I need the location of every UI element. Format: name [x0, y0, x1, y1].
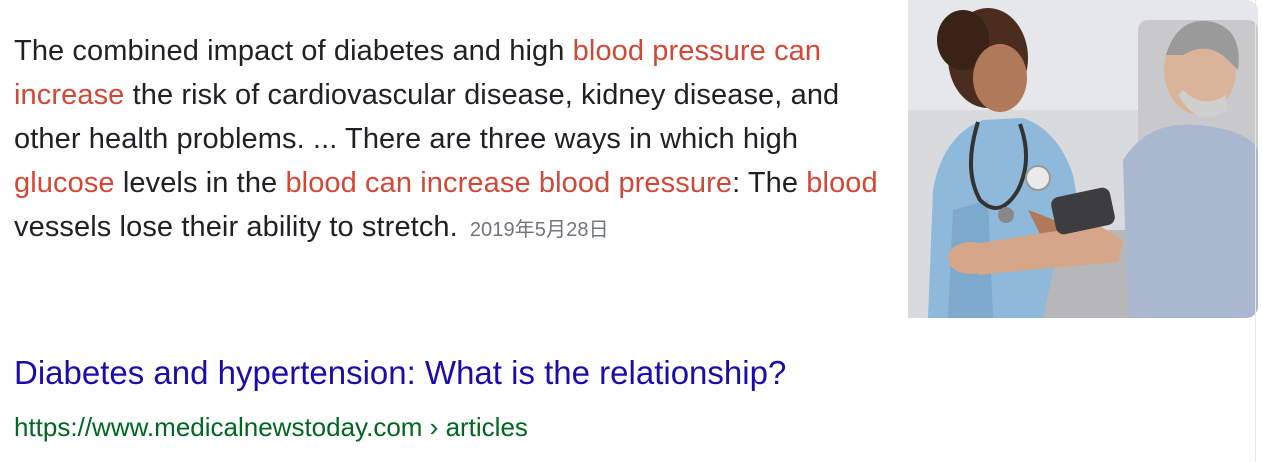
card-border — [1255, 0, 1256, 462]
featured-snippet-text: The combined impact of diabetes and high… — [14, 29, 894, 252]
result-url[interactable]: https://www.medicalnewstoday.com › artic… — [14, 407, 528, 447]
snippet-highlight: glucose — [14, 167, 115, 199]
snippet-text: The combined impact of diabetes and high — [14, 35, 573, 67]
snippet-highlight: blood can increase blood pressure — [285, 167, 733, 199]
snippet-text: : The — [732, 167, 807, 199]
snippet-text: the risk of cardiovascular disease, kidn… — [14, 79, 840, 155]
nurse-measuring-blood-pressure-photo — [908, 0, 1258, 318]
result-title-link[interactable]: Diabetes and hypertension: What is the r… — [14, 351, 786, 395]
snippet-date: 2019年5月28日 — [469, 219, 609, 241]
snippet-thumbnail-image[interactable] — [908, 0, 1258, 318]
snippet-text: vessels lose their ability to stretch. — [14, 211, 458, 243]
snippet-highlight: blood — [806, 167, 878, 199]
snippet-text: levels in the — [114, 167, 286, 199]
